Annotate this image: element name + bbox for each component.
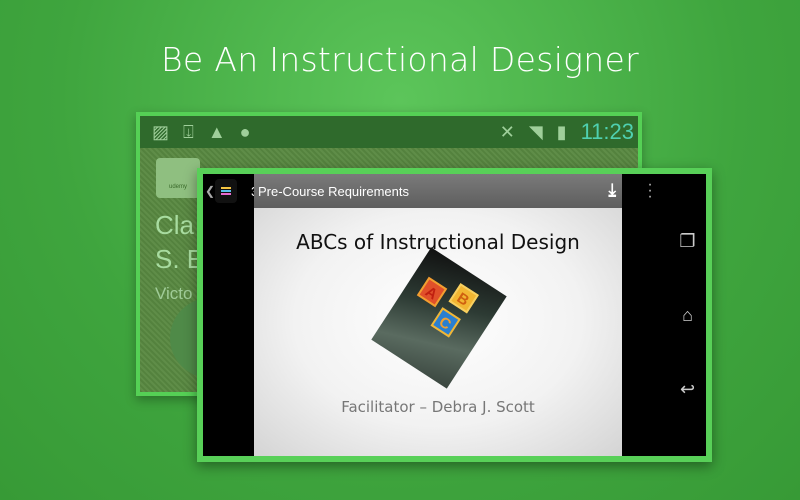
navigation-bar: ❐ ⌂ ↩ [669,174,706,456]
warning-icon: ▲ [207,121,226,142]
block-b: B [448,283,479,314]
video-player-screen: ❮ 3 Pre-Course Requirements ⤓ ··· ABCs o… [197,168,712,462]
headline: Be An Instructional Designer [161,40,639,79]
status-bar: ▨ ⍗ ▲ ● ✕ ◥ ▮ 11:23 [140,116,638,148]
udemy-logo-icon[interactable] [215,179,237,203]
certificate-text: Victo [155,284,193,303]
facilitator: Facilitator – Debra J. Scott [341,398,535,416]
app-icon[interactable]: udemy [156,158,200,198]
slide: ABCs of Instructional Design A B C Facil… [254,208,622,456]
block-a: A [416,276,448,308]
lecture-title-bar: Pre-Course Requirements ⤓ [254,174,622,208]
recent-apps-icon[interactable]: ❐ [679,231,695,252]
android-icon: ● [239,121,251,142]
home-icon[interactable]: ⌂ [682,305,693,326]
block-c: C [430,307,461,338]
mute-icon: ✕ [499,121,515,142]
image-icon: ▨ [152,121,170,142]
battery-icon: ▮ [556,121,567,142]
clock: 11:23 [580,119,634,144]
slide-title: ABCs of Instructional Design [296,230,580,254]
certificate-text: Cla [155,210,195,240]
back-icon[interactable]: ↩ [680,379,695,400]
lecture-title: Pre-Course Requirements [258,183,410,199]
abc-blocks-image: A B C [371,247,507,389]
wifi-icon: ◥ [528,121,543,142]
download-icon[interactable]: ⤓ [608,180,616,200]
overflow-menu-icon[interactable]: · · · [647,177,653,205]
back-chevron-icon[interactable]: ❮ [205,184,215,198]
download-icon: ⍗ [183,121,194,142]
